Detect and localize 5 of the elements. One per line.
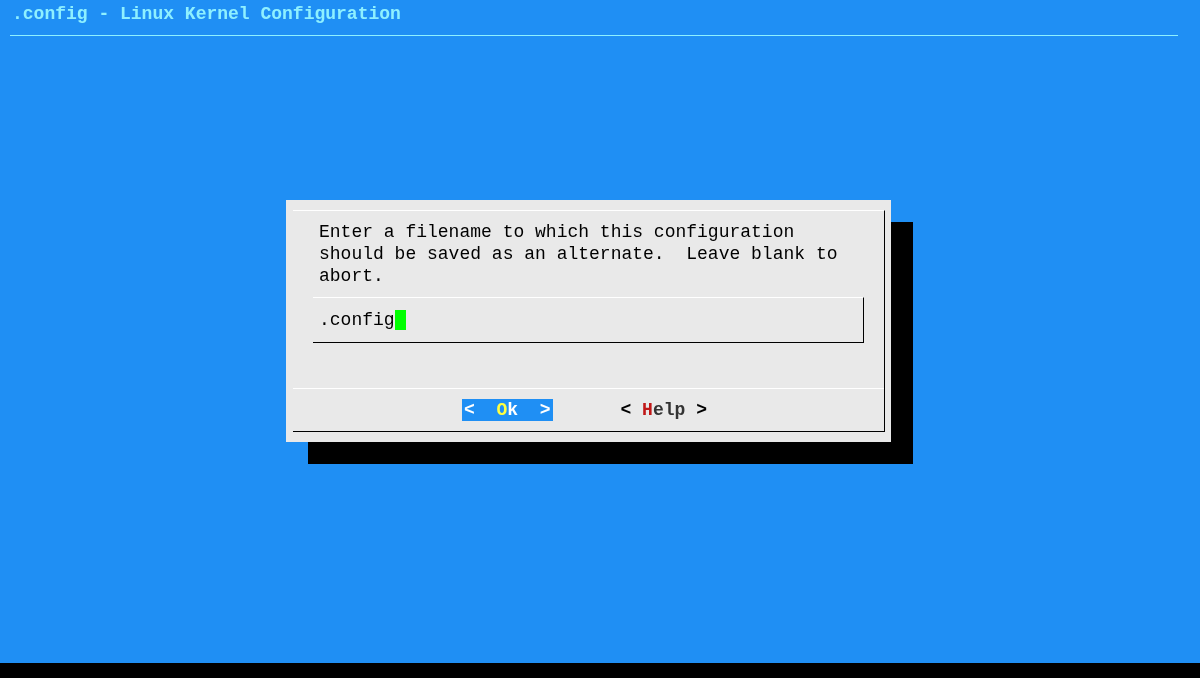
text-cursor xyxy=(394,310,406,330)
dialog-button[interactable]: < Help > xyxy=(618,399,709,421)
filename-field[interactable]: .config xyxy=(313,297,864,343)
dialog-message: Enter a filename to which this configuration should be saved as an alternate. Leave blank to abort. xyxy=(319,221,838,287)
window-title: .config - Linux Kernel Configuration xyxy=(12,3,402,25)
